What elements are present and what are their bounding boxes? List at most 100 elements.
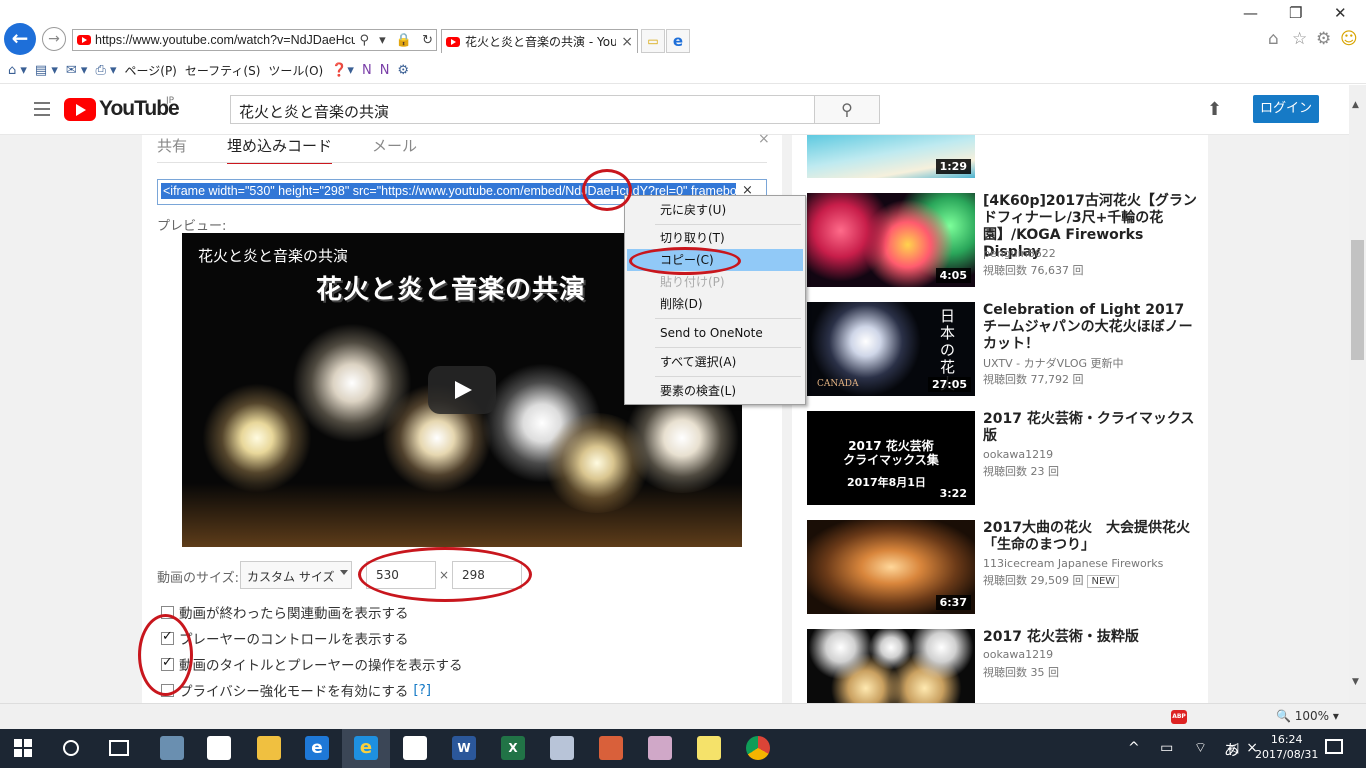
windows-start-icon[interactable] — [14, 739, 32, 757]
video-channel[interactable]: 113icecream Japanese Fireworks — [983, 557, 1163, 570]
related-video-1[interactable]: 4:05 [4K60p]2017古河花火【グランドフィナーレ/3尺+千輪の花園】… — [807, 193, 1207, 288]
store-icon[interactable] — [403, 736, 427, 760]
scroll-down-icon[interactable]: ▼ — [1352, 677, 1359, 687]
onenote-icon[interactable]: N — [362, 63, 372, 78]
privacy-help-link[interactable]: [?] — [413, 682, 431, 698]
video-thumbnail[interactable]: 6:37 — [807, 520, 975, 614]
safety-menu[interactable]: セーフティ(S) — [185, 62, 261, 79]
video-channel[interactable]: ookawa1219 — [983, 448, 1053, 461]
video-channel[interactable]: ookawa1219 — [983, 648, 1053, 661]
ime-indicator[interactable]: あ — [1224, 739, 1239, 760]
scrollbar-thumb[interactable] — [1351, 240, 1364, 360]
favorites-star-icon[interactable]: ☆ — [1292, 29, 1307, 49]
restore-icon[interactable]: ❐ — [1289, 4, 1302, 22]
menu-delete[interactable]: 削除(D) — [627, 293, 803, 315]
video-thumbnail[interactable]: CANADA 日本の花火 27:05 — [807, 302, 975, 396]
video-thumbnail[interactable]: 4:05 — [807, 193, 975, 287]
onenote-linked-icon[interactable]: N — [380, 63, 390, 78]
option-privacy-mode[interactable]: プライバシー強化モードを有効にする [?] — [161, 680, 431, 700]
excel-icon[interactable]: X — [501, 736, 525, 760]
scroll-up-icon[interactable]: ▲ — [1352, 100, 1359, 110]
mail-app-icon[interactable] — [207, 736, 231, 760]
system-tray-icons[interactable]: ^ ▭ ⌔ ◁× — [1128, 739, 1266, 757]
video-title[interactable]: 2017 花火芸術・クライマックス版 — [983, 411, 1198, 445]
page-menu[interactable]: ページ(P) — [125, 62, 177, 79]
sticky-notes-icon[interactable] — [697, 736, 721, 760]
zoom-level[interactable]: 🔍 100% ▾ — [1276, 709, 1339, 723]
ie-logo-icon[interactable]: e — [666, 29, 690, 53]
address-url[interactable]: https://www.youtube.com/watch?v=NdJDaeHc… — [95, 33, 355, 47]
menu-cut[interactable]: 切り取り(T) — [627, 227, 803, 249]
option-player-controls[interactable]: プレーヤーのコントロールを表示する — [161, 628, 409, 648]
video-duration: 3:22 — [935, 486, 971, 501]
menu-send-to-onenote[interactable]: Send to OneNote — [627, 322, 803, 344]
address-bar[interactable]: https://www.youtube.com/watch?v=NdJDaeHc… — [72, 29, 437, 51]
video-title[interactable]: 2017 花火芸術・抜粋版 — [983, 629, 1198, 646]
settings-gear-icon[interactable]: ⚙ — [1316, 29, 1331, 49]
video-title[interactable]: 2017大曲の花火 大会提供花火「生命のまつり」 — [983, 520, 1198, 554]
related-video-2[interactable]: CANADA 日本の花火 27:05 Celebration of Light … — [807, 302, 1207, 397]
related-video-4[interactable]: 6:37 2017大曲の花火 大会提供花火「生命のまつり」 113icecrea… — [807, 520, 1207, 615]
print-icon[interactable]: ⎙ ▾ — [95, 63, 116, 78]
video-thumbnail[interactable]: 2017 花火芸術 クライマックス集 2017年8月1日 3:22 — [807, 411, 975, 505]
forward-button[interactable]: → — [42, 27, 66, 51]
page-scrollbar[interactable] — [1349, 85, 1366, 703]
paint-app-icon[interactable] — [550, 736, 574, 760]
home-menu-icon[interactable]: ⌂ ▾ — [8, 63, 27, 78]
browser-tab[interactable]: 花火と炎と音楽の共演 - You... × — [441, 29, 638, 53]
menu-undo[interactable]: 元に戻す(U) — [627, 199, 803, 221]
video-channel[interactable]: UXTV - カナダVLOG 更新中 — [983, 355, 1124, 371]
menu-inspect-element[interactable]: 要素の検査(L) — [627, 380, 803, 402]
video-size-select[interactable]: カスタム サイズ — [240, 561, 352, 589]
home-icon[interactable]: ⌂ — [1268, 29, 1279, 49]
tab-share[interactable]: 共有 — [157, 135, 187, 164]
related-video-3[interactable]: 2017 花火芸術 クライマックス集 2017年8月1日 3:22 2017 花… — [807, 411, 1207, 506]
tab-embed[interactable]: 埋め込みコード — [227, 135, 333, 164]
share-close-icon[interactable]: × — [758, 131, 770, 147]
taskbar-clock[interactable]: 16:24 2017/08/31 — [1255, 732, 1318, 762]
related-video-0[interactable]: 1:29 — [807, 135, 1207, 178]
internet-explorer-icon[interactable]: e — [354, 736, 378, 760]
minimize-icon[interactable]: — — [1243, 4, 1258, 22]
edge-browser-icon[interactable]: e — [305, 736, 329, 760]
feeds-icon[interactable]: ▤ ▾ — [35, 63, 58, 78]
video-title[interactable]: Celebration of Light 2017 チームジャパンの大花火ほぼノ… — [983, 302, 1198, 353]
help-icon[interactable]: ❓▾ — [331, 63, 354, 78]
search-button[interactable]: ⚲ — [814, 95, 880, 124]
search-input[interactable]: 花火と炎と音楽の共演 — [230, 95, 815, 124]
toolbox-app-icon[interactable] — [599, 736, 623, 760]
upload-icon[interactable]: ⬆ — [1207, 99, 1222, 120]
address-actions-icon[interactable]: ⚲ ▾ 🔒 ↻ — [359, 33, 436, 48]
video-thumbnail[interactable]: 1:29 — [807, 135, 975, 178]
login-button[interactable]: ログイン — [1253, 95, 1319, 123]
close-window-icon[interactable]: ✕ — [1334, 4, 1347, 22]
cortana-search-icon[interactable] — [63, 740, 79, 756]
adblock-icon[interactable]: ABP — [1171, 710, 1187, 724]
file-explorer-icon[interactable] — [257, 736, 281, 760]
menu-select-all[interactable]: すべて選択(A) — [627, 351, 803, 373]
thumb-climax-date: 2017年8月1日 — [847, 476, 926, 489]
word-icon[interactable]: W — [452, 736, 476, 760]
back-button[interactable]: ← — [4, 23, 36, 55]
option-title-actions[interactable]: 動画のタイトルとプレーヤーの操作を表示する — [161, 654, 463, 674]
mail-icon[interactable]: ✉ ▾ — [66, 63, 88, 78]
task-view-icon[interactable] — [109, 740, 129, 756]
new-tab-icon[interactable]: ▭ — [641, 29, 665, 53]
video-thumbnail[interactable] — [807, 629, 975, 703]
youtube-logo[interactable]: YouTube — [64, 97, 180, 121]
tab-close-icon[interactable]: × — [621, 34, 633, 50]
related-video-5[interactable]: 2017 花火芸術・抜粋版 ookawa1219 視聴回数 35 回 — [807, 629, 1207, 703]
action-center-icon[interactable] — [1325, 739, 1343, 754]
chrome-icon[interactable] — [746, 736, 770, 760]
guide-menu-icon[interactable] — [34, 102, 50, 116]
extension-gear-icon[interactable]: ⚙ — [397, 63, 409, 78]
annotation-circle-video-id — [582, 169, 632, 211]
play-button-icon[interactable] — [428, 366, 496, 414]
option-related-videos[interactable]: 動画が終わったら関連動画を表示する — [161, 602, 409, 622]
tab-email[interactable]: メール — [372, 135, 417, 164]
photos-app-icon[interactable] — [160, 736, 184, 760]
palette-app-icon[interactable] — [648, 736, 672, 760]
smiley-feedback-icon[interactable]: ☺ — [1340, 29, 1358, 49]
tools-menu[interactable]: ツール(O) — [268, 62, 323, 79]
video-channel[interactable]: penguin8622 — [983, 247, 1056, 260]
